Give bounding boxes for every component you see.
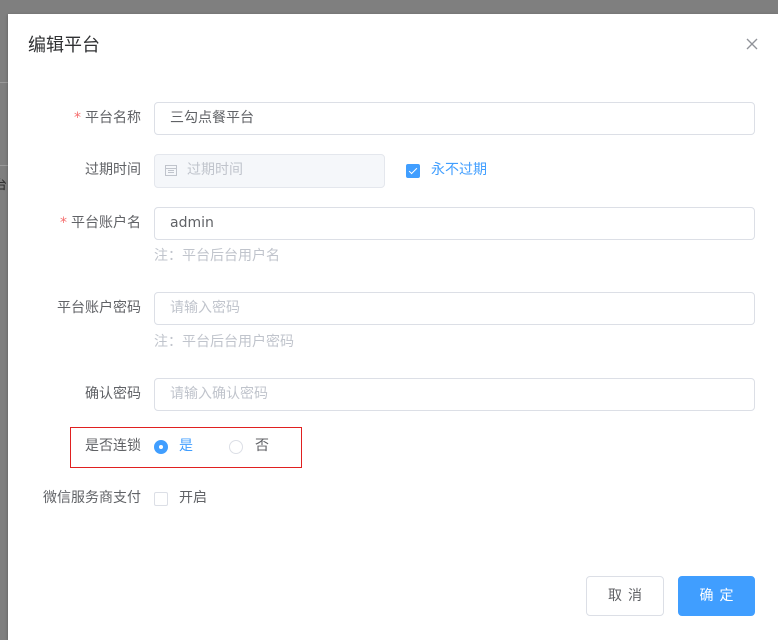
account-password-label-text: 平台账户密码 (57, 300, 141, 316)
expire-time-label-text: 过期时间 (85, 162, 141, 178)
account-name-value: admin (170, 215, 214, 231)
confirm-password-input[interactable]: 请输入确认密码 (154, 378, 755, 411)
required-mark: * (60, 215, 67, 231)
account-password-label: 平台账户密码 (1, 298, 141, 318)
platform-name-label-text: 平台名称 (85, 110, 141, 126)
expire-time-label: 过期时间 (1, 160, 141, 180)
chain-lock-label: 是否连锁 (1, 436, 141, 456)
wechat-pay-label-text: 微信服务商支付 (43, 490, 141, 506)
calendar-icon (165, 165, 177, 176)
required-mark: * (74, 110, 81, 126)
account-name-label: * 平台账户名 (1, 213, 141, 233)
platform-name-value: 三勾点餐平台 (170, 110, 254, 126)
confirm-button[interactable]: 确定 (678, 576, 755, 616)
never-expire-checkbox[interactable] (406, 164, 420, 178)
account-password-placeholder: 请输入密码 (170, 300, 240, 316)
wechat-pay-label: 微信服务商支付 (1, 488, 141, 508)
chain-lock-yes-radio[interactable] (154, 440, 168, 454)
close-icon[interactable] (744, 36, 760, 52)
account-name-input[interactable]: admin (154, 207, 755, 240)
chain-lock-yes-label[interactable]: 是 (179, 436, 193, 456)
platform-name-label: * 平台名称 (1, 108, 141, 128)
platform-name-input[interactable]: 三勾点餐平台 (154, 102, 755, 135)
cancel-button[interactable]: 取消 (586, 576, 664, 616)
wechat-pay-checkbox[interactable] (154, 492, 168, 506)
edit-platform-dialog: 编辑平台 * 平台名称 三勾点餐平台 过期时间 过期时间 永不过期 * 平台账户名 … (8, 14, 778, 640)
account-name-label-text: 平台账户名 (71, 215, 141, 231)
account-password-hint: 注：平台后台用户密码 (154, 334, 294, 350)
confirm-password-label: 确认密码 (1, 384, 141, 404)
account-password-input[interactable]: 请输入密码 (154, 292, 755, 325)
wechat-pay-option-label[interactable]: 开启 (179, 488, 207, 508)
account-name-hint: 注：平台后台用户名 (154, 248, 280, 264)
never-expire-label[interactable]: 永不过期 (431, 160, 487, 180)
chain-lock-no-label[interactable]: 否 (255, 436, 269, 456)
confirm-password-placeholder: 请输入确认密码 (170, 386, 268, 402)
expire-time-placeholder: 过期时间 (187, 162, 243, 178)
chain-lock-no-radio[interactable] (229, 440, 243, 454)
chain-lock-label-text: 是否连锁 (85, 438, 141, 454)
dialog-title: 编辑平台 (28, 35, 100, 56)
confirm-password-label-text: 确认密码 (85, 386, 141, 402)
expire-time-picker[interactable]: 过期时间 (154, 154, 385, 188)
